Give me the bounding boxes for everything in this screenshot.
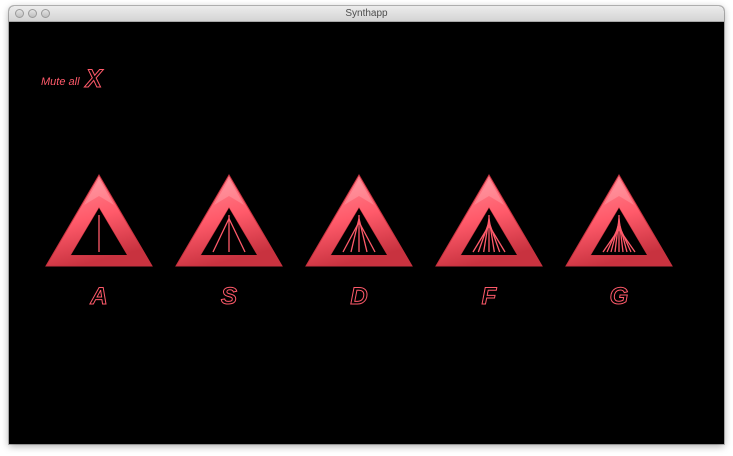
pad-a[interactable]: A bbox=[44, 172, 154, 322]
pad-key-label: S bbox=[220, 283, 237, 311]
title-bar[interactable]: Synthapp bbox=[9, 6, 724, 22]
warning-triangle-icon bbox=[45, 174, 153, 267]
pad-d[interactable]: D bbox=[304, 172, 414, 322]
warning-triangle-icon bbox=[305, 174, 413, 267]
pad-g[interactable]: G bbox=[564, 172, 674, 322]
warning-triangle-icon bbox=[435, 174, 543, 267]
pad-key-label: D bbox=[350, 283, 368, 311]
pad-s[interactable]: S bbox=[174, 172, 284, 322]
pad-key-label: A bbox=[90, 283, 108, 311]
window-title: Synthapp bbox=[345, 8, 388, 19]
warning-triangle-icon bbox=[175, 174, 283, 267]
warning-triangle-icon bbox=[565, 174, 673, 267]
pad-f[interactable]: F bbox=[434, 172, 544, 322]
pad-key-label: F bbox=[481, 283, 497, 311]
pad-row: ASDFG bbox=[9, 22, 724, 444]
app-window: Synthapp Mute all X ASDFG bbox=[9, 6, 724, 444]
synth-canvas: Mute all X ASDFG bbox=[9, 22, 724, 444]
pad-key-label: G bbox=[609, 283, 629, 311]
